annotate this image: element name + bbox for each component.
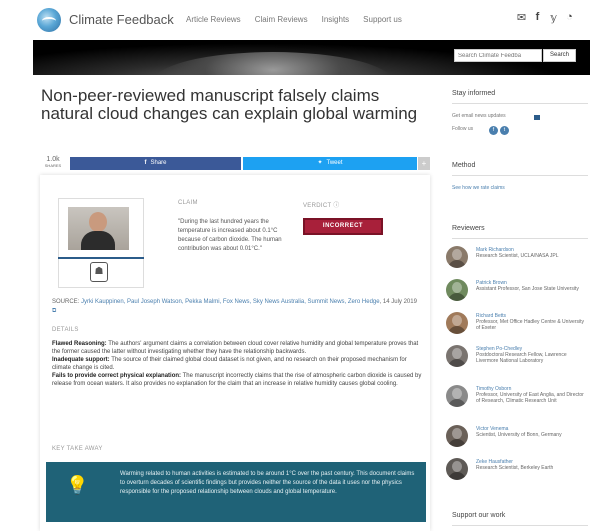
facebook-icon[interactable]: f <box>532 11 543 24</box>
claimant-photo <box>68 207 129 250</box>
page-title: Non-peer-reviewed manuscript falsely cla… <box>41 86 418 123</box>
brand-name[interactable]: Climate Feedback <box>69 12 174 27</box>
mail-icon[interactable]: ✉ <box>516 11 527 24</box>
nav-link-claim-reviews[interactable]: Claim Reviews <box>255 15 308 24</box>
climate-feedback-logo-icon[interactable] <box>37 8 61 32</box>
share-count-number: 1.0k <box>46 156 60 163</box>
facebook-icon[interactable]: f <box>489 126 498 135</box>
reviewer-affiliation: Scientist, University of Bonn, Germany <box>476 432 562 438</box>
details-item-term: Fails to provide correct physical explan… <box>52 373 182 379</box>
more-share-button[interactable]: + <box>418 157 430 170</box>
info-icon[interactable]: ⓘ <box>333 203 339 209</box>
source-authors[interactable]: Jyrki Kauppinen, Paul Joseph Watson, Pek… <box>81 299 380 305</box>
external-link-icon[interactable]: ⧉ <box>52 308 56 314</box>
rss-icon[interactable]: ◔ <box>564 11 575 24</box>
key-takeaway-label: KEY TAKE AWAY <box>52 446 103 452</box>
method-link[interactable]: See how we rate claims <box>452 185 505 191</box>
reviewer-item[interactable]: Victor Venema Scientist, University of B… <box>446 425 594 455</box>
reviewer-item[interactable]: Timothy Osborn Professor, University of … <box>446 385 594 415</box>
stay-informed-heading: Stay informed <box>452 90 496 97</box>
source-emblem-icon: ☗ <box>90 262 108 282</box>
sidebar-divider <box>452 525 588 526</box>
avatar[interactable] <box>446 279 468 301</box>
avatar[interactable] <box>446 246 468 268</box>
mail-icon[interactable] <box>534 115 540 120</box>
avatar[interactable] <box>446 458 468 480</box>
reviewer-item[interactable]: Zeke Hausfather Research Scientist, Berk… <box>446 458 594 488</box>
facebook-share-button[interactable]: f Share <box>70 157 241 170</box>
avatar[interactable] <box>446 345 468 367</box>
twitter-icon[interactable]: 𝕪 <box>548 11 559 24</box>
top-nav: Climate Feedback Article Reviews Claim R… <box>0 0 600 40</box>
reviewer-affiliation: Research Scientist, UCLA/NASA JPL <box>476 253 559 259</box>
key-takeaway-text: Warming related to human activities is e… <box>120 471 415 495</box>
details-label: DETAILS <box>52 327 79 333</box>
nav-links: Article Reviews Claim Reviews Insights S… <box>186 15 402 24</box>
method-heading: Method <box>452 162 476 169</box>
claim-label: CLAIM <box>178 200 198 206</box>
claim-text: "During the last hundred years the tempe… <box>178 219 282 252</box>
details-list: Flawed Reasoning: The authors' argument … <box>52 340 422 388</box>
twitter-icon[interactable]: t <box>500 126 509 135</box>
claim-source: SOURCE: Jyrki Kauppinen, Paul Joseph Wat… <box>52 298 422 316</box>
sidebar-divider <box>452 175 588 176</box>
twitter-share-label: Tweet <box>326 160 343 166</box>
details-item: Flawed Reasoning: The authors' argument … <box>52 340 422 356</box>
twitter-icon: ✦ <box>317 160 323 166</box>
details-item: Fails to provide correct physical explan… <box>52 372 422 388</box>
details-item-term: Inadequate support: <box>52 357 110 363</box>
follow-us-label: Follow us <box>452 126 474 132</box>
reviewer-affiliation: Professor, Met Office Hadley Centre & Un… <box>476 319 585 331</box>
reviewers-heading: Reviewers <box>452 225 485 232</box>
claimant-divider <box>58 257 144 259</box>
reviewer-affiliation: Postdoctoral Research Fellow, Lawrence L… <box>476 352 567 364</box>
search-button[interactable]: Search <box>543 49 576 62</box>
reviewer-item[interactable]: Richard Betts Professor, Met Office Hadl… <box>446 312 594 342</box>
lightbulb-icon: 💡 <box>66 475 89 495</box>
reviewer-item[interactable]: Patrick Brown Assistant Professor, San J… <box>446 279 594 309</box>
avatar[interactable] <box>446 385 468 407</box>
details-item-text: The authors' argument claims a correlati… <box>52 341 419 355</box>
reviewer-item[interactable]: Mark Richardson Research Scientist, UCLA… <box>446 246 594 276</box>
reviewer-affiliation: Professor, University of East Anglia, an… <box>476 392 584 404</box>
twitter-share-button[interactable]: ✦ Tweet <box>243 157 417 170</box>
facebook-icon: f <box>144 160 147 166</box>
share-count: 1.0k SHARES <box>42 156 64 168</box>
sidebar-divider <box>452 103 588 104</box>
avatar[interactable] <box>446 425 468 447</box>
follow-icons: f t <box>489 126 509 135</box>
nav-link-insights[interactable]: Insights <box>322 15 350 24</box>
source-prefix: SOURCE: <box>52 299 80 305</box>
social-icons: ✉ f 𝕪 ◔ <box>516 11 575 24</box>
nav-link-support-us[interactable]: Support us <box>363 15 402 24</box>
share-count-label: SHARES <box>44 163 62 168</box>
search-input[interactable] <box>454 49 542 62</box>
verdict-label: VERDICT ⓘ <box>303 200 340 209</box>
details-item-term: Flawed Reasoning: <box>52 341 107 347</box>
source-date: , 14 July 2019 <box>379 299 417 305</box>
reviewer-item[interactable]: Stephen Po-Chedley Postdoctoral Research… <box>446 345 594 375</box>
sidebar-divider <box>452 238 588 239</box>
facebook-share-label: Share <box>150 160 167 166</box>
nav-link-article-reviews[interactable]: Article Reviews <box>186 15 241 24</box>
reviewer-affiliation: Assistant Professor, San Jose State Univ… <box>476 286 579 292</box>
verdict-badge: INCORRECT <box>303 218 383 235</box>
avatar[interactable] <box>446 312 468 334</box>
verdict-label-text: VERDICT <box>303 203 332 209</box>
details-item: Inadequate support: The source of their … <box>52 356 422 372</box>
support-heading: Support our work <box>452 512 506 519</box>
reviewer-affiliation: Research Scientist, Berkeley Earth <box>476 465 554 471</box>
email-updates-link[interactable]: Get email news updates <box>452 113 506 120</box>
